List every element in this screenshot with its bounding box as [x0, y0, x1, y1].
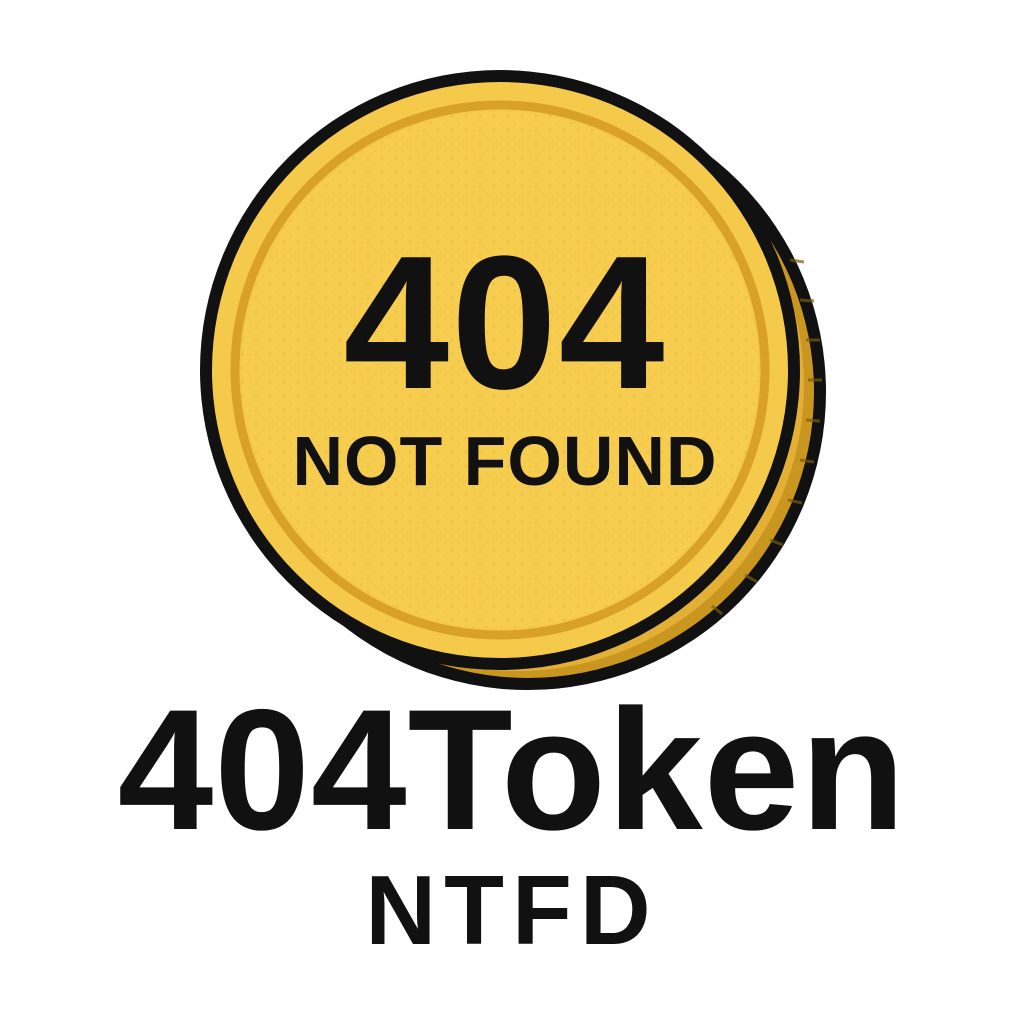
token-ticker: NTFD — [365, 855, 659, 965]
coin-code-text: 404 — [343, 217, 666, 429]
logo-canvas: 404 NOT FOUND 404Token NTFD — [0, 0, 1024, 1024]
coin-icon: 404 NOT FOUND — [200, 70, 826, 690]
coin-message-text: NOT FOUND — [292, 422, 717, 500]
token-name: 404Token — [117, 674, 907, 866]
